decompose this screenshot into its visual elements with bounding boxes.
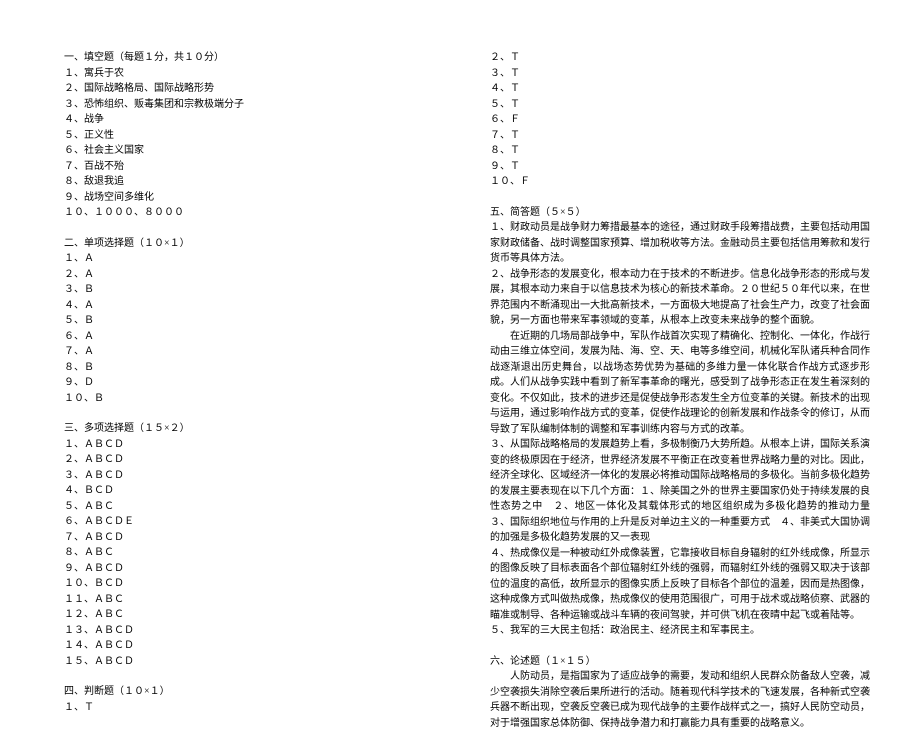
fill-item: ８、敌退我追	[64, 174, 430, 190]
right-column: ２、Ｔ ３、Ｔ ４、Ｔ ５、Ｔ ６、Ｆ ７、Ｔ ８、Ｔ ９、Ｔ １０、Ｆ 五、简…	[460, 0, 920, 651]
tf-item: ６、Ｆ	[490, 112, 870, 128]
tf-item: ７、Ｔ	[490, 128, 870, 144]
fill-item: ９、战场空间多维化	[64, 190, 430, 206]
spacer	[64, 406, 430, 421]
tf-item: ８、Ｔ	[490, 143, 870, 159]
answer-3: ３、从国际战略格局的发展趋势上看，多极制衡乃大势所趋。从根本上讲，国际关系演变的…	[490, 437, 870, 546]
single-choice-item: ５、Ｂ	[64, 313, 430, 329]
fill-item: ６、社会主义国家	[64, 143, 430, 159]
single-choice-item: １、Ａ	[64, 251, 430, 267]
fill-item: １０、１０００、８０００	[64, 205, 430, 221]
multi-choice-item: １２、ＡＢＣ	[64, 607, 430, 623]
fill-item: ２、国际战略格局、国际战略形势	[64, 81, 430, 97]
answer-1: １、财政动员是战争财力筹措最基本的途径，通过财政手段筹措战费，主要包括动用国家财…	[490, 220, 870, 267]
section-2-heading: 二、单项选择题（１０×１）	[64, 236, 430, 252]
fill-item: ７、百战不殆	[64, 159, 430, 175]
multi-choice-item: ４、ＢＣＤ	[64, 483, 430, 499]
multi-choice-item: ８、ＡＢＣ	[64, 545, 430, 561]
multi-choice-item: ６、ＡＢＣＤＥ	[64, 514, 430, 530]
single-choice-item: ６、Ａ	[64, 329, 430, 345]
multi-choice-item: １３、ＡＢＣＤ	[64, 623, 430, 639]
tf-item: ４、Ｔ	[490, 81, 870, 97]
tf-item: ３、Ｔ	[490, 66, 870, 82]
fill-item: １、寓兵于农	[64, 66, 430, 82]
multi-choice-item: １１、ＡＢＣ	[64, 592, 430, 608]
tf-item: １０、Ｆ	[490, 174, 870, 190]
left-column: 一、填空题（每题１分，共１０分） １、寓兵于农 ２、国际战略格局、国际战略形势 …	[0, 0, 460, 651]
single-choice-item: ３、Ｂ	[64, 282, 430, 298]
tf-item: １、Ｔ	[64, 700, 430, 716]
single-choice-item: １０、Ｂ	[64, 391, 430, 407]
multi-choice-item: ３、ＡＢＣＤ	[64, 468, 430, 484]
section-4-heading: 四、判断题（１０×１）	[64, 684, 430, 700]
fill-item: ３、恐怖组织、贩毒集团和宗教极端分子	[64, 97, 430, 113]
answer-4: ４、热成像仪是一种被动红外成像装置，它靠接收目标自身辐射的红外线成像，所显示的图…	[490, 546, 870, 624]
fill-item: ５、正义性	[64, 128, 430, 144]
page: 一、填空题（每题１分，共１０分） １、寓兵于农 ２、国际战略格局、国际战略形势 …	[0, 0, 920, 651]
single-choice-item: ９、Ｄ	[64, 375, 430, 391]
multi-choice-item: １５、ＡＢＣＤ	[64, 654, 430, 670]
single-choice-item: ２、Ａ	[64, 267, 430, 283]
multi-choice-item: ２、ＡＢＣＤ	[64, 452, 430, 468]
multi-choice-item: ７、ＡＢＣＤ	[64, 530, 430, 546]
spacer	[490, 639, 870, 654]
fill-item: ４、战争	[64, 112, 430, 128]
single-choice-item: ４、Ａ	[64, 298, 430, 314]
section-3-heading: 三、多项选择题（１５×２）	[64, 421, 430, 437]
multi-choice-item: １０、ＢＣＤ	[64, 576, 430, 592]
multi-choice-item: ９、ＡＢＣＤ	[64, 561, 430, 577]
tf-item: ９、Ｔ	[490, 159, 870, 175]
single-choice-item: ７、Ａ	[64, 344, 430, 360]
tf-item: ５、Ｔ	[490, 97, 870, 113]
answer-6: 人防动员，是指国家为了适应战争的需要，发动和组织人民群众防备敌人空袭，减少空袭损…	[490, 669, 870, 731]
section-6-heading: 六、论述题（１×１５）	[490, 654, 870, 670]
multi-choice-item: ５、ＡＢＣ	[64, 499, 430, 515]
answer-5: ５、我军的三大民主包括：政治民主、经济民主和军事民主。	[490, 623, 870, 639]
spacer	[64, 669, 430, 684]
multi-choice-item: １、ＡＢＣＤ	[64, 437, 430, 453]
spacer	[490, 190, 870, 205]
answer-2: ２、战争形态的发展变化，根本动力在于技术的不断进步。信息化战争形态的形成与发展，…	[490, 267, 870, 329]
single-choice-item: ８、Ｂ	[64, 360, 430, 376]
tf-item: ２、Ｔ	[490, 50, 870, 66]
answer-2b: 在近期的几场局部战争中，军队作战首次实现了精确化、控制化、一体化，作战行动由三维…	[490, 329, 870, 438]
section-1-heading: 一、填空题（每题１分，共１０分）	[64, 50, 430, 66]
spacer	[64, 221, 430, 236]
section-5-heading: 五、简答题（５×５）	[490, 205, 870, 221]
multi-choice-item: １４、ＡＢＣＤ	[64, 638, 430, 654]
